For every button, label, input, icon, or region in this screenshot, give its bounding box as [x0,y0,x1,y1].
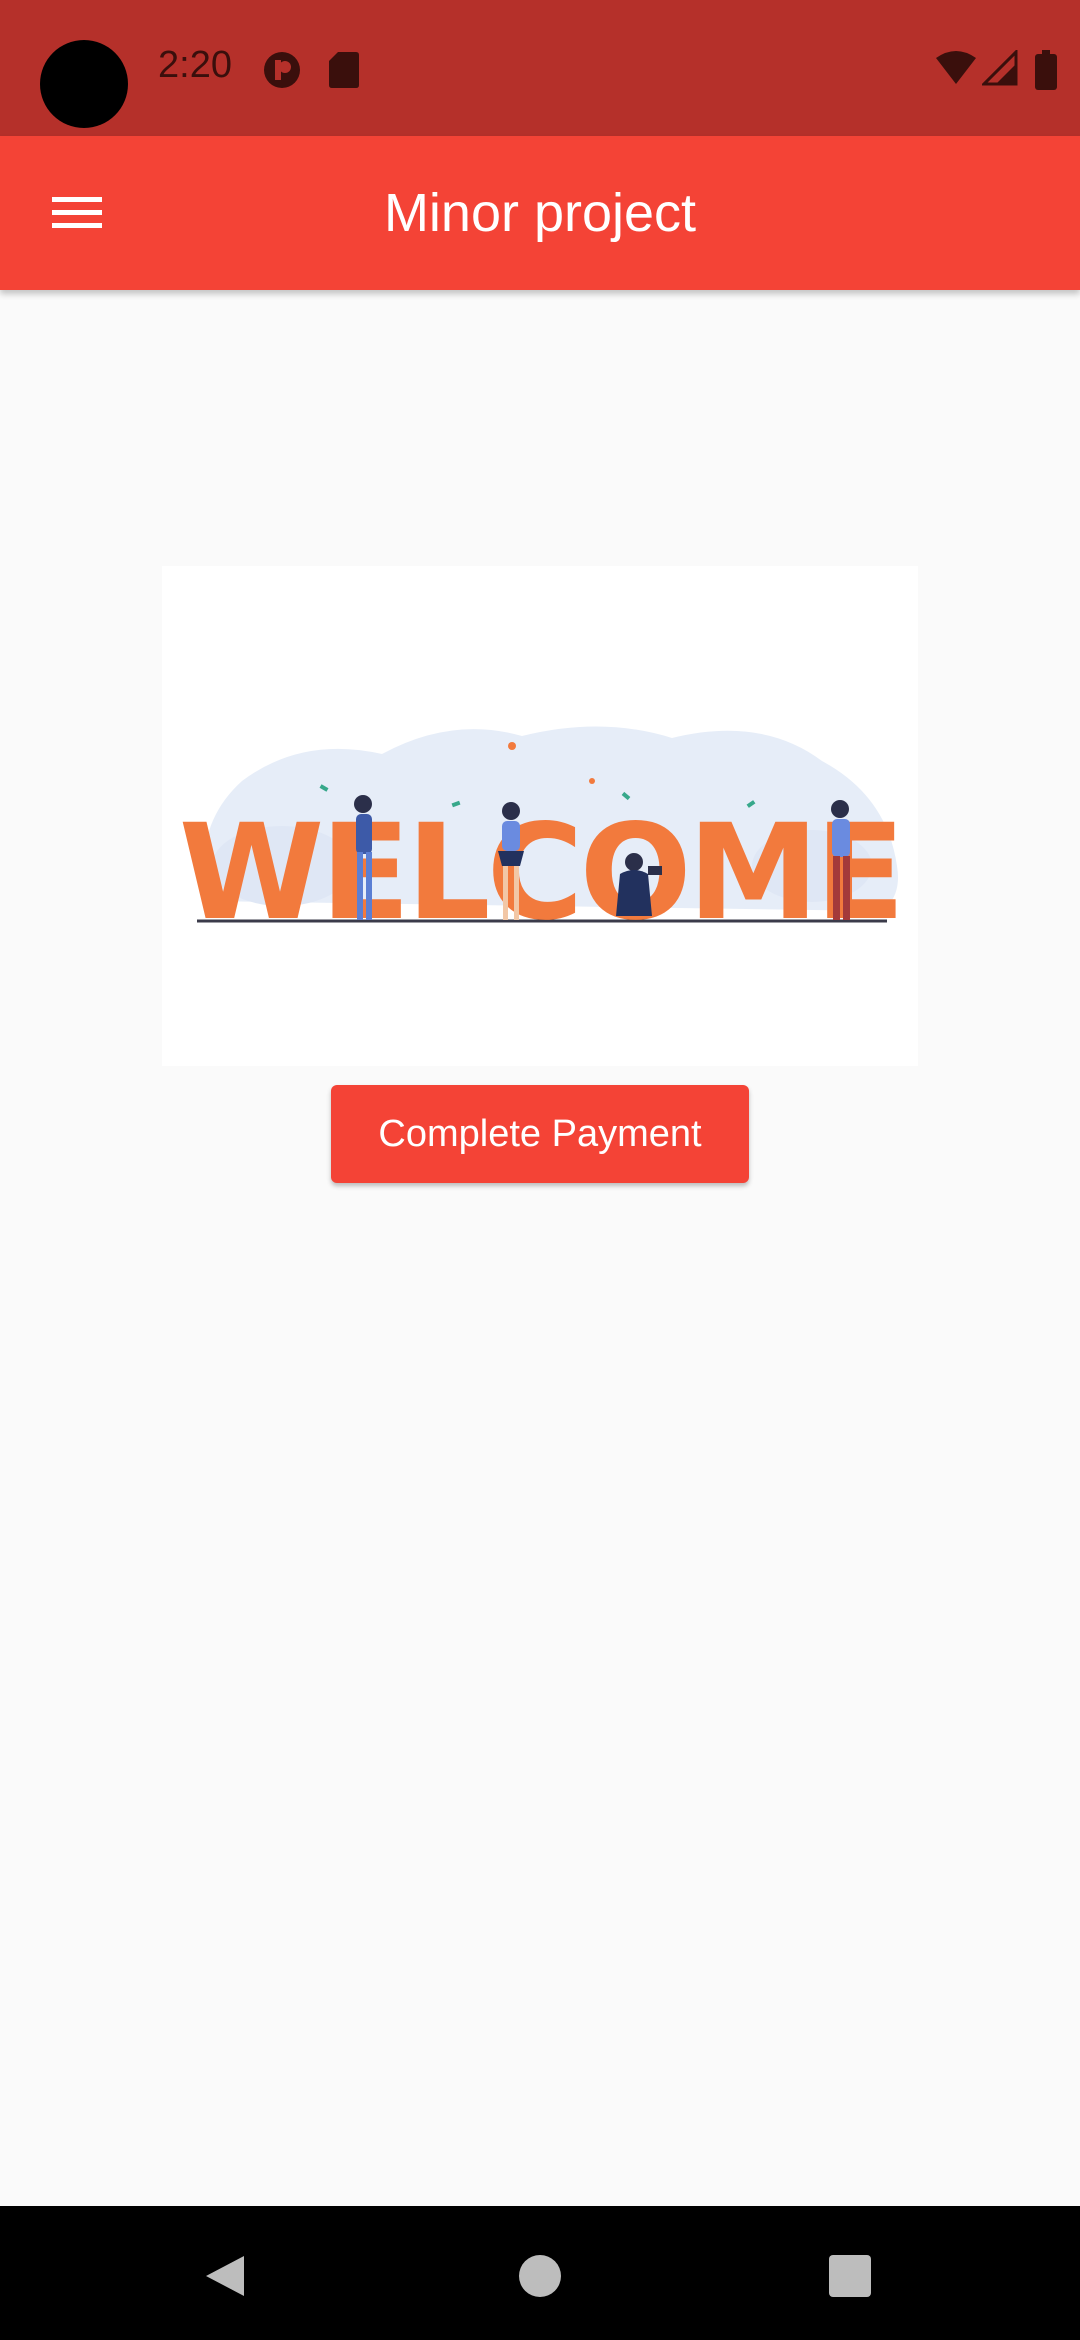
welcome-illustration: WELCOME [179,726,905,950]
back-button[interactable] [185,2236,265,2316]
home-button[interactable] [500,2236,580,2316]
back-icon [206,2256,244,2296]
signal-icon [982,50,1018,86]
home-icon [519,2255,561,2297]
app-bar: Minor project [0,136,1080,290]
recents-button[interactable] [810,2236,890,2316]
recents-icon [829,2255,871,2297]
navigation-bar [0,2206,1080,2340]
notification-icon [264,52,300,88]
welcome-text: WELCOME [179,796,902,950]
menu-button[interactable] [40,176,114,250]
status-time: 2:20 [158,44,232,86]
battery-icon [1035,50,1057,90]
camera-cutout [40,40,128,128]
welcome-banner: WELCOME [162,566,918,1066]
wifi-icon [936,51,976,84]
sd-card-icon [329,52,359,88]
hamburger-menu-icon [52,197,102,228]
complete-payment-button[interactable]: Complete Payment [331,1085,749,1183]
status-bar: 2:20 [0,0,1080,136]
page-title: Minor project [383,183,697,243]
